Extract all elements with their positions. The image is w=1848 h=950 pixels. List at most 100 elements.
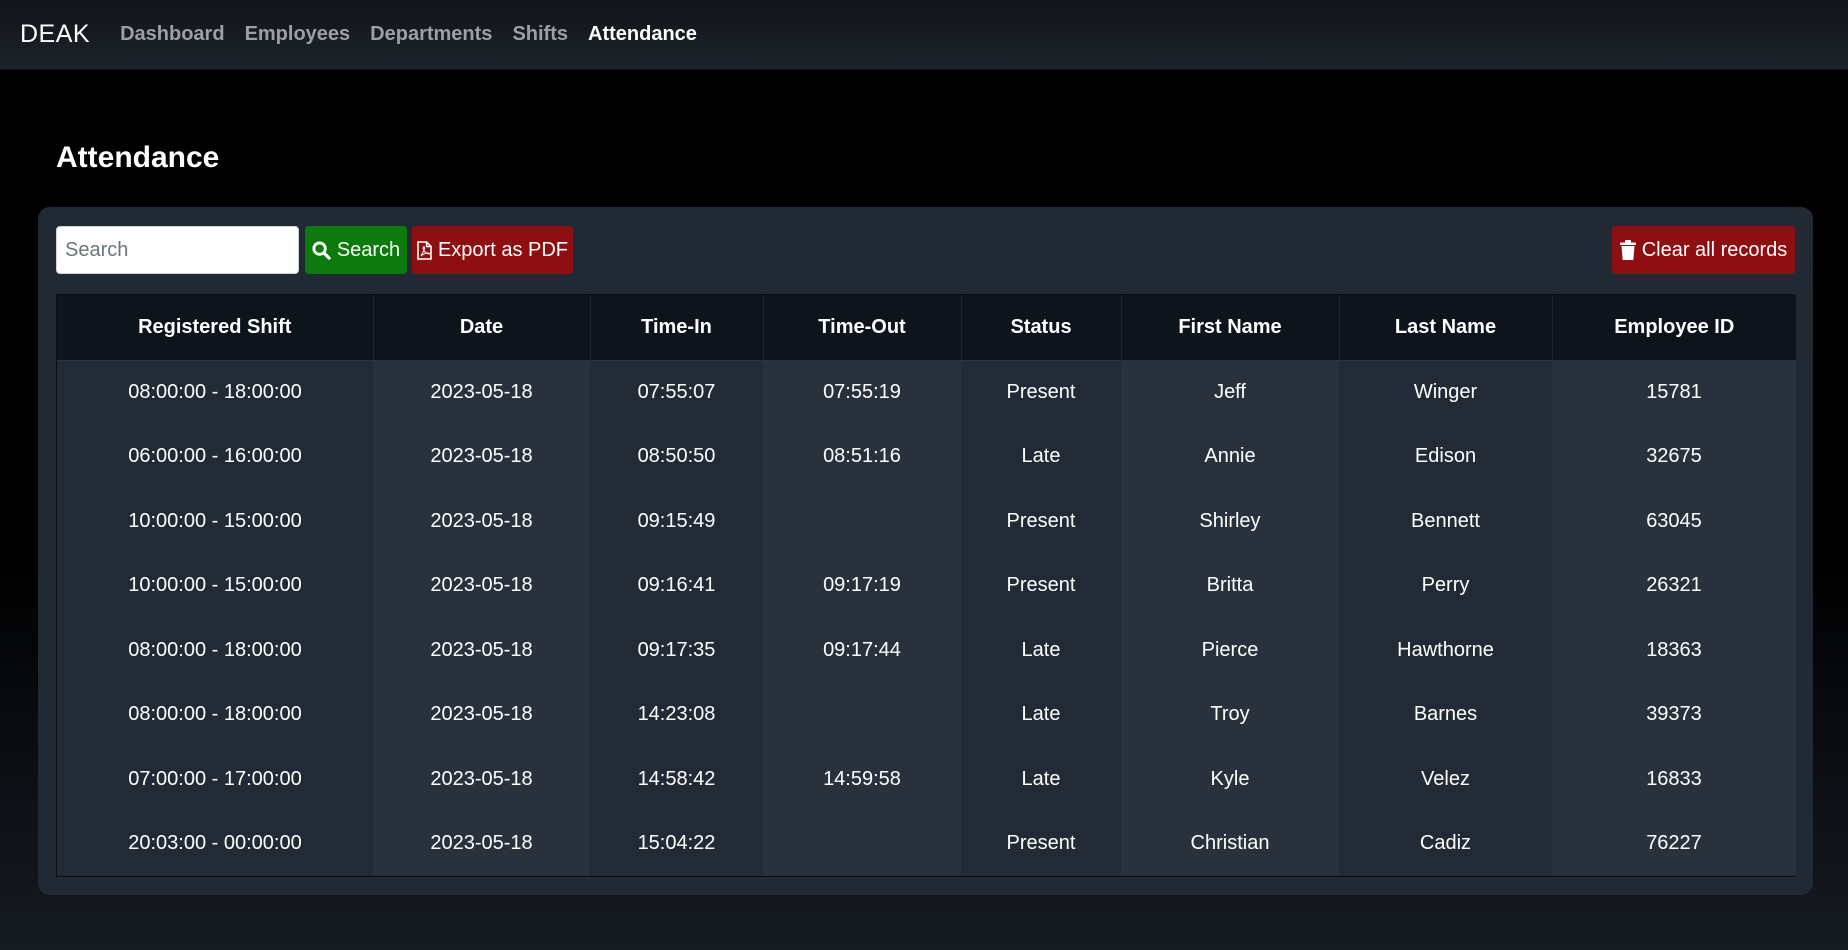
cell-time-out: 08:51:16 (763, 424, 961, 489)
cell-first-name: Kyle (1121, 747, 1339, 812)
cell-time-out: 07:55:19 (763, 360, 961, 425)
cell-time-in: 15:04:22 (590, 811, 763, 876)
cell-status: Late (961, 424, 1121, 489)
column-header-registered-shift[interactable]: Registered Shift (57, 295, 374, 361)
cell-employee-id: 32675 (1552, 424, 1796, 489)
table-row: 20:03:00 - 00:00:00 2023-05-18 15:04:22 … (57, 811, 1796, 876)
cell-date: 2023-05-18 (373, 618, 590, 683)
cell-first-name: Christian (1121, 811, 1339, 876)
cell-time-out: 09:17:44 (763, 618, 961, 683)
cell-date: 2023-05-18 (373, 553, 590, 618)
cell-last-name: Velez (1339, 747, 1552, 812)
table-row: 08:00:00 - 18:00:00 2023-05-18 09:17:35 … (57, 618, 1796, 683)
export-pdf-button[interactable]: Export as PDF (412, 226, 573, 274)
cell-registered-shift: 10:00:00 - 15:00:00 (57, 553, 373, 618)
cell-registered-shift: 08:00:00 - 18:00:00 (57, 682, 373, 747)
cell-first-name: Troy (1121, 682, 1339, 747)
nav-item-employees[interactable]: Employees (245, 23, 351, 46)
cell-time-out: 14:59:58 (763, 747, 961, 812)
cell-first-name: Britta (1121, 553, 1339, 618)
cell-status: Present (961, 360, 1121, 425)
cell-employee-id: 76227 (1552, 811, 1796, 876)
cell-date: 2023-05-18 (373, 360, 590, 425)
cell-date: 2023-05-18 (373, 424, 590, 489)
cell-registered-shift: 08:00:00 - 18:00:00 (57, 618, 373, 683)
cell-last-name: Edison (1339, 424, 1552, 489)
cell-status: Present (961, 553, 1121, 618)
cell-time-in: 14:58:42 (590, 747, 763, 812)
cell-last-name: Bennett (1339, 489, 1552, 554)
cell-time-out (763, 811, 961, 876)
cell-status: Present (961, 489, 1121, 554)
cell-first-name: Jeff (1121, 360, 1339, 425)
cell-time-in: 09:15:49 (590, 489, 763, 554)
cell-last-name: Hawthorne (1339, 618, 1552, 683)
nav-item-dashboard[interactable]: Dashboard (120, 23, 224, 46)
clear-all-records-label: Clear all records (1641, 238, 1788, 261)
cell-last-name: Cadiz (1339, 811, 1552, 876)
nav-item-attendance[interactable]: Attendance (588, 23, 697, 46)
brand-logo[interactable]: DEAK (20, 20, 90, 49)
search-icon (312, 240, 331, 260)
cell-employee-id: 18363 (1552, 618, 1796, 683)
table-header-row: Registered Shift Date Time-In Time-Out S… (57, 295, 1796, 361)
cell-date: 2023-05-18 (373, 811, 590, 876)
table-row: 10:00:00 - 15:00:00 2023-05-18 09:15:49 … (57, 489, 1796, 554)
cell-registered-shift: 06:00:00 - 16:00:00 (57, 424, 373, 489)
table-row: 08:00:00 - 18:00:00 2023-05-18 07:55:07 … (57, 360, 1796, 425)
cell-time-in: 09:16:41 (590, 553, 763, 618)
search-button[interactable]: Search (305, 226, 407, 274)
column-header-employee-id[interactable]: Employee ID (1552, 295, 1796, 361)
table-row: 06:00:00 - 16:00:00 2023-05-18 08:50:50 … (57, 424, 1796, 489)
cell-last-name: Perry (1339, 553, 1552, 618)
cell-time-out: 09:17:19 (763, 553, 961, 618)
attendance-card: Search Export as PDF Clear all records (38, 207, 1813, 895)
cell-employee-id: 16833 (1552, 747, 1796, 812)
cell-registered-shift: 08:00:00 - 18:00:00 (57, 360, 373, 425)
table-row: 08:00:00 - 18:00:00 2023-05-18 14:23:08 … (57, 682, 1796, 747)
cell-date: 2023-05-18 (373, 747, 590, 812)
cell-time-in: 14:23:08 (590, 682, 763, 747)
nav-item-shifts[interactable]: Shifts (512, 23, 568, 46)
column-header-time-out[interactable]: Time-Out (763, 295, 962, 361)
cell-first-name: Shirley (1121, 489, 1339, 554)
column-header-first-name[interactable]: First Name (1121, 295, 1340, 361)
table-row: 07:00:00 - 17:00:00 2023-05-18 14:58:42 … (57, 747, 1796, 812)
cell-time-out (763, 682, 961, 747)
cell-time-in: 07:55:07 (590, 360, 763, 425)
cell-date: 2023-05-18 (373, 682, 590, 747)
export-pdf-label: Export as PDF (437, 238, 569, 261)
cell-registered-shift: 20:03:00 - 00:00:00 (57, 811, 373, 876)
cell-time-in: 08:50:50 (590, 424, 763, 489)
search-button-label: Search (336, 238, 401, 261)
table-row: 10:00:00 - 15:00:00 2023-05-18 09:16:41 … (57, 553, 1796, 618)
cell-employee-id: 26321 (1552, 553, 1796, 618)
top-navbar: DEAK Dashboard Employees Departments Shi… (0, 0, 1848, 70)
cell-date: 2023-05-18 (373, 489, 590, 554)
cell-employee-id: 63045 (1552, 489, 1796, 554)
attendance-table-container: Registered Shift Date Time-In Time-Out S… (56, 294, 1796, 877)
column-header-last-name[interactable]: Last Name (1339, 295, 1553, 361)
cell-employee-id: 39373 (1552, 682, 1796, 747)
page-title: Attendance (56, 141, 220, 174)
nav-item-departments[interactable]: Departments (370, 23, 492, 46)
attendance-table: Registered Shift Date Time-In Time-Out S… (57, 295, 1796, 876)
clear-all-records-button[interactable]: Clear all records (1612, 226, 1795, 274)
cell-registered-shift: 10:00:00 - 15:00:00 (57, 489, 373, 554)
column-header-time-in[interactable]: Time-In (590, 295, 764, 361)
trash-icon (1619, 240, 1636, 260)
cell-status: Present (961, 811, 1121, 876)
toolbar: Search Export as PDF Clear all records (56, 226, 1795, 274)
cell-time-in: 09:17:35 (590, 618, 763, 683)
cell-status: Late (961, 747, 1121, 812)
cell-status: Late (961, 682, 1121, 747)
cell-time-out (763, 489, 961, 554)
column-header-date[interactable]: Date (373, 295, 591, 361)
cell-status: Late (961, 618, 1121, 683)
column-header-status[interactable]: Status (961, 295, 1122, 361)
cell-employee-id: 15781 (1552, 360, 1796, 425)
cell-first-name: Annie (1121, 424, 1339, 489)
cell-registered-shift: 07:00:00 - 17:00:00 (57, 747, 373, 812)
search-input[interactable] (56, 226, 299, 274)
cell-last-name: Winger (1339, 360, 1552, 425)
